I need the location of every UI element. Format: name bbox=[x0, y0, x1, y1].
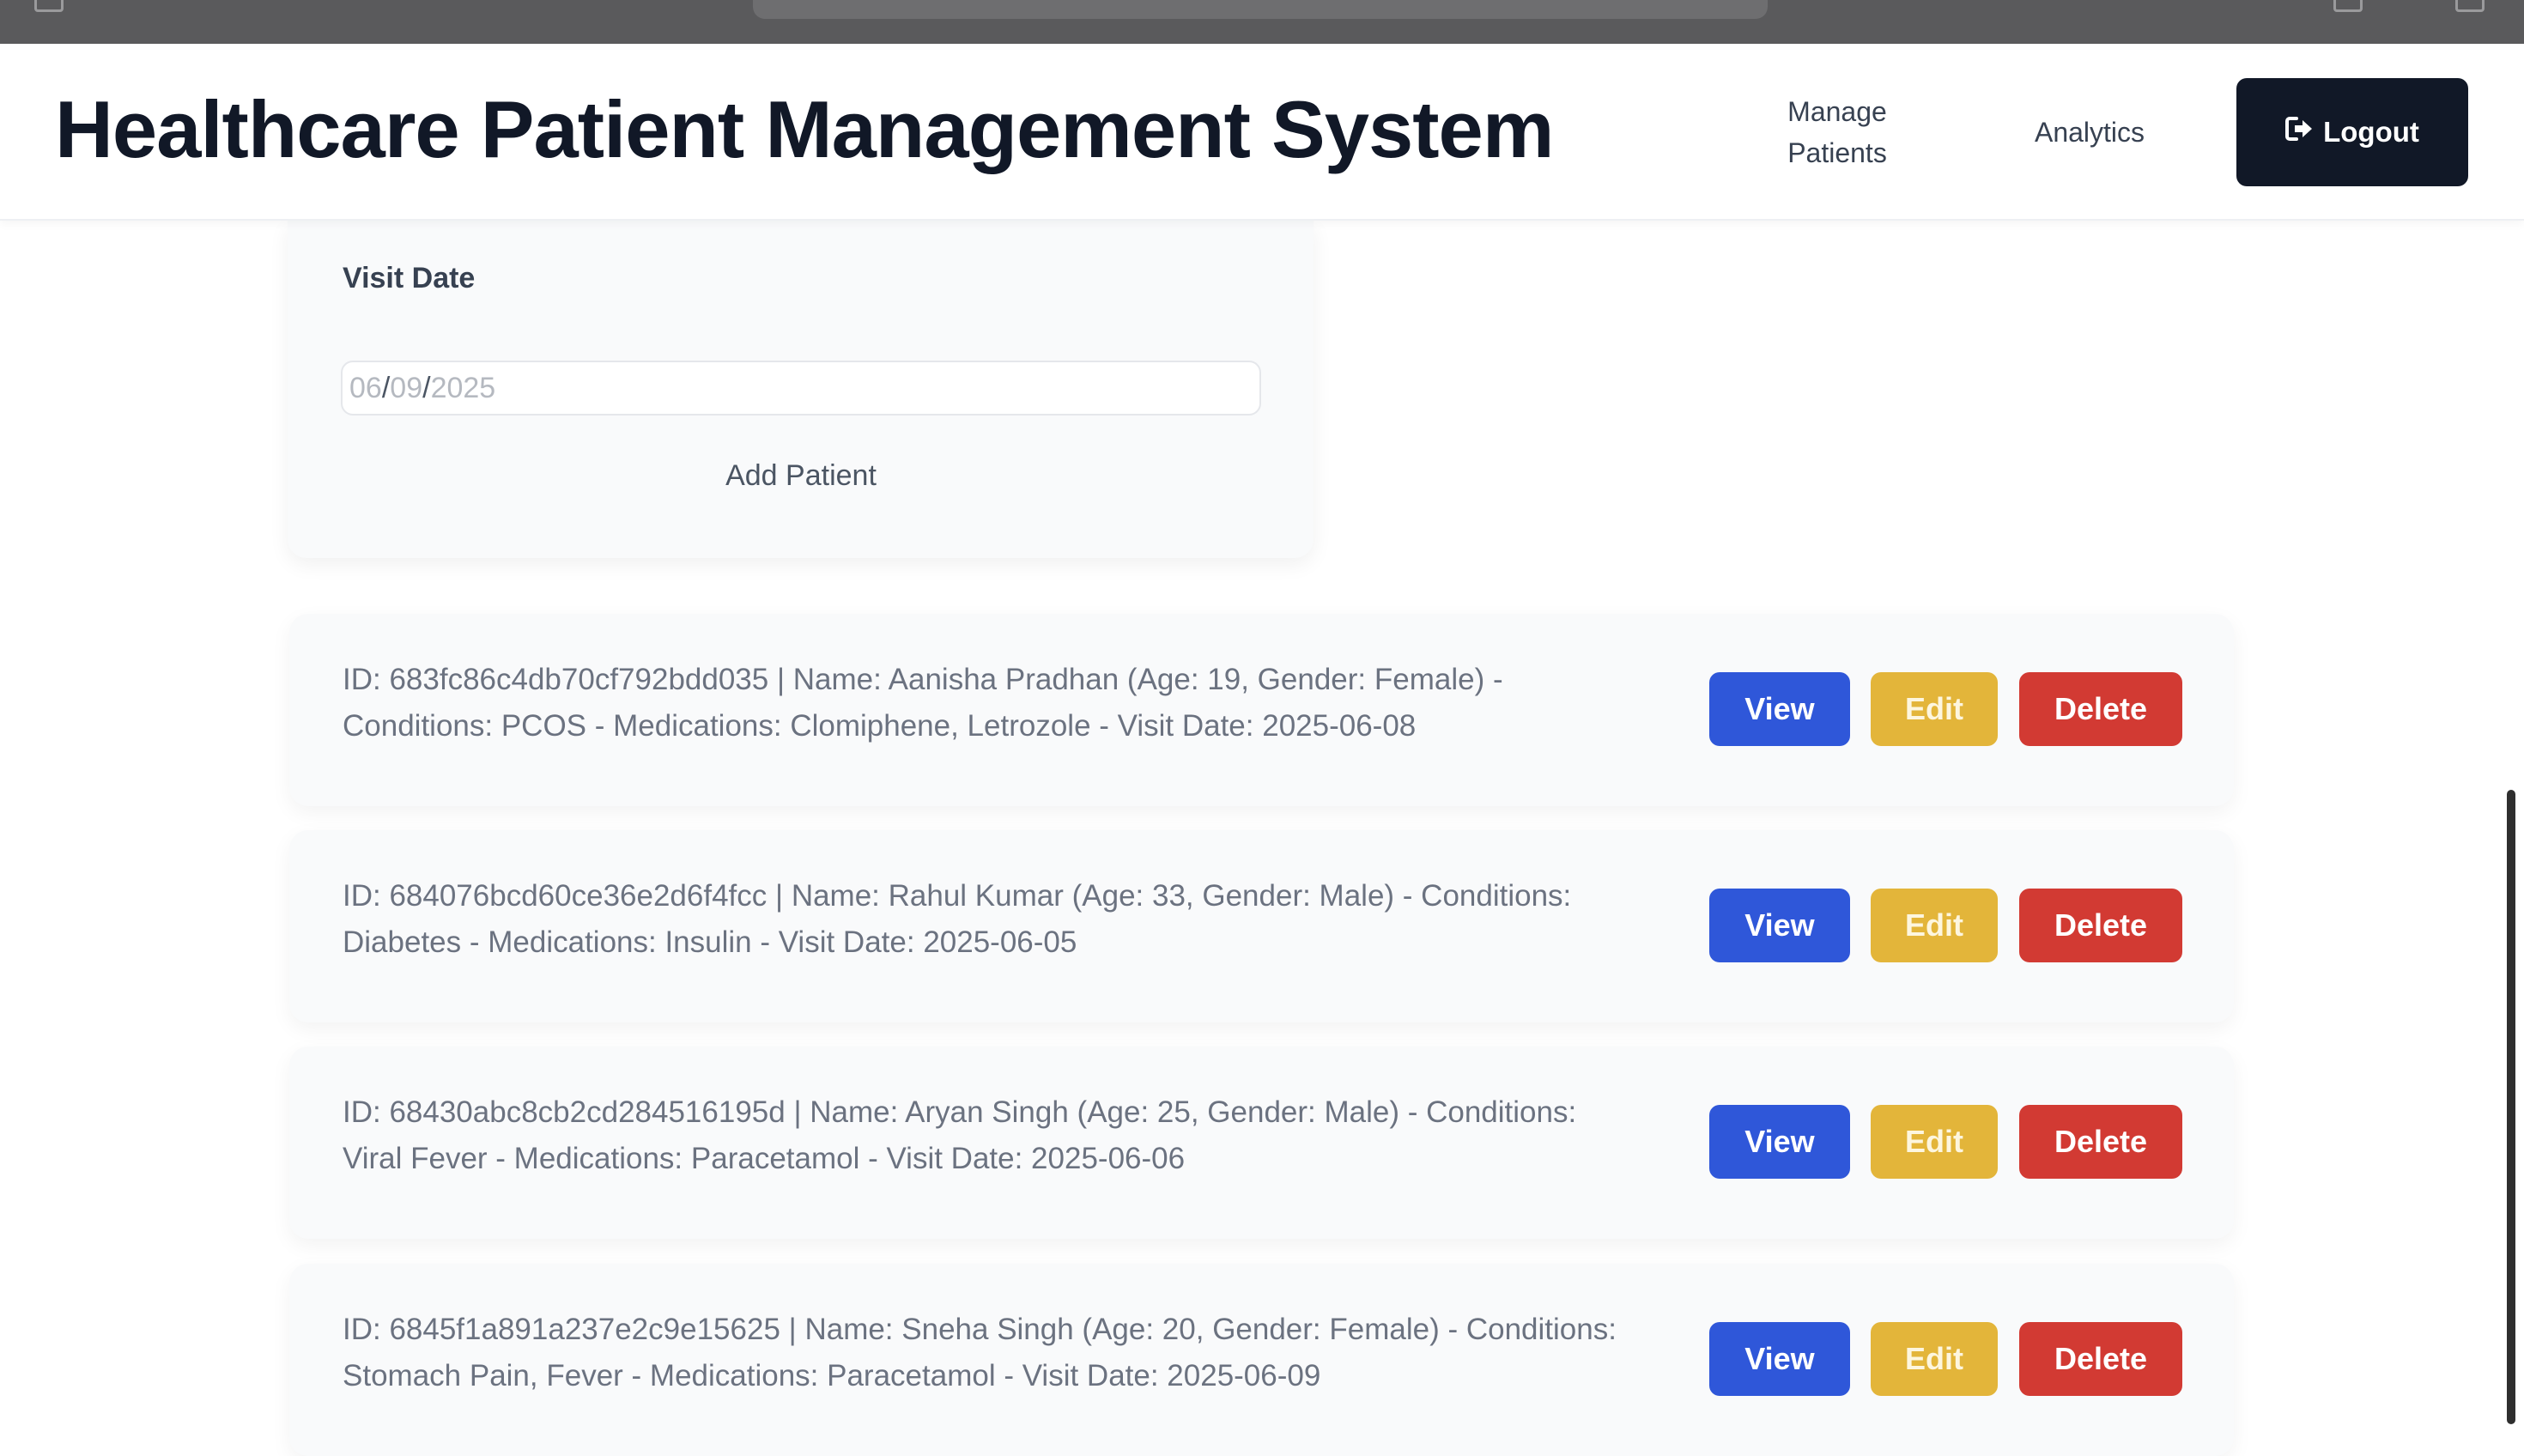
patient-details: ID: 684076bcd60ce36e2d6f4fcc | Name: Rah… bbox=[343, 873, 1699, 966]
date-separator: / bbox=[381, 371, 391, 404]
date-day: 09 bbox=[390, 371, 423, 404]
patient-list-item: ID: 684076bcd60ce36e2d6f4fcc | Name: Rah… bbox=[289, 830, 2234, 1022]
scrollbar[interactable] bbox=[2507, 790, 2515, 1424]
add-patient-form: Visit Date 06 / 09 / 2025 Add Patient bbox=[288, 221, 1314, 558]
edit-button[interactable]: Edit bbox=[1871, 889, 1998, 962]
date-month: 06 bbox=[349, 371, 382, 404]
patient-list-item: ID: 68430abc8cb2cd284516195d | Name: Ary… bbox=[289, 1046, 2234, 1239]
patient-details: ID: 683fc86c4db70cf792bdd035 | Name: Aan… bbox=[343, 657, 1699, 749]
patient-details-line1: ID: 683fc86c4db70cf792bdd035 | Name: Aan… bbox=[343, 663, 1503, 696]
edit-button[interactable]: Edit bbox=[1871, 672, 1998, 746]
patient-details-line2: Viral Fever - Medications: Paracetamol -… bbox=[343, 1142, 1186, 1175]
share-icon[interactable] bbox=[2333, 0, 2363, 12]
patient-list-item: ID: 683fc86c4db70cf792bdd035 | Name: Aan… bbox=[289, 614, 2234, 806]
patient-details-line2: Stomach Pain, Fever - Medications: Parac… bbox=[343, 1359, 1321, 1392]
nav-manage-line1: Manage bbox=[1787, 96, 1887, 127]
sidebar-icon[interactable] bbox=[34, 0, 64, 12]
tabs-icon[interactable] bbox=[2455, 0, 2485, 12]
patient-details-line1: ID: 68430abc8cb2cd284516195d | Name: Ary… bbox=[343, 1095, 1577, 1129]
patient-details-line1: ID: 684076bcd60ce36e2d6f4fcc | Name: Rah… bbox=[343, 879, 1572, 913]
delete-button[interactable]: Delete bbox=[2019, 889, 2182, 962]
patient-details: ID: 6845f1a891a237e2c9e15625 | Name: Sne… bbox=[343, 1307, 1699, 1399]
visit-date-label: Visit Date bbox=[343, 262, 476, 294]
date-separator: / bbox=[422, 371, 431, 404]
app-header: Healthcare Patient Management System Man… bbox=[0, 44, 2524, 221]
nav-manage-patients[interactable]: Manage Patients bbox=[1760, 91, 1914, 173]
logout-button[interactable]: Logout bbox=[2236, 78, 2468, 186]
edit-button[interactable]: Edit bbox=[1871, 1105, 1998, 1179]
patient-details-line2: Conditions: PCOS - Medications: Clomiphe… bbox=[343, 709, 1417, 743]
patient-details: ID: 68430abc8cb2cd284516195d | Name: Ary… bbox=[343, 1089, 1699, 1182]
address-bar[interactable] bbox=[753, 0, 1768, 19]
patient-details-line1: ID: 6845f1a891a237e2c9e15625 | Name: Sne… bbox=[343, 1313, 1617, 1346]
edit-button[interactable]: Edit bbox=[1871, 1322, 1998, 1396]
nav-analytics[interactable]: Analytics bbox=[2017, 112, 2162, 153]
browser-chrome bbox=[0, 0, 2524, 44]
view-button[interactable]: View bbox=[1709, 672, 1850, 746]
view-button[interactable]: View bbox=[1709, 889, 1850, 962]
delete-button[interactable]: Delete bbox=[2019, 672, 2182, 746]
patient-list-item: ID: 6845f1a891a237e2c9e15625 | Name: Sne… bbox=[289, 1264, 2234, 1456]
view-button[interactable]: View bbox=[1709, 1105, 1850, 1179]
nav-manage-line2: Patients bbox=[1787, 137, 1887, 168]
visit-date-input[interactable]: 06 / 09 / 2025 bbox=[341, 361, 1261, 416]
delete-button[interactable]: Delete bbox=[2019, 1105, 2182, 1179]
view-button[interactable]: View bbox=[1709, 1322, 1850, 1396]
logout-icon bbox=[2285, 116, 2315, 149]
date-year: 2025 bbox=[430, 371, 496, 404]
logout-label: Logout bbox=[2323, 116, 2419, 148]
delete-button[interactable]: Delete bbox=[2019, 1322, 2182, 1396]
page-title: Healthcare Patient Management System bbox=[55, 84, 1554, 174]
add-patient-button[interactable]: Add Patient bbox=[341, 459, 1261, 499]
patient-details-line2: Diabetes - Medications: Insulin - Visit … bbox=[343, 925, 1077, 959]
